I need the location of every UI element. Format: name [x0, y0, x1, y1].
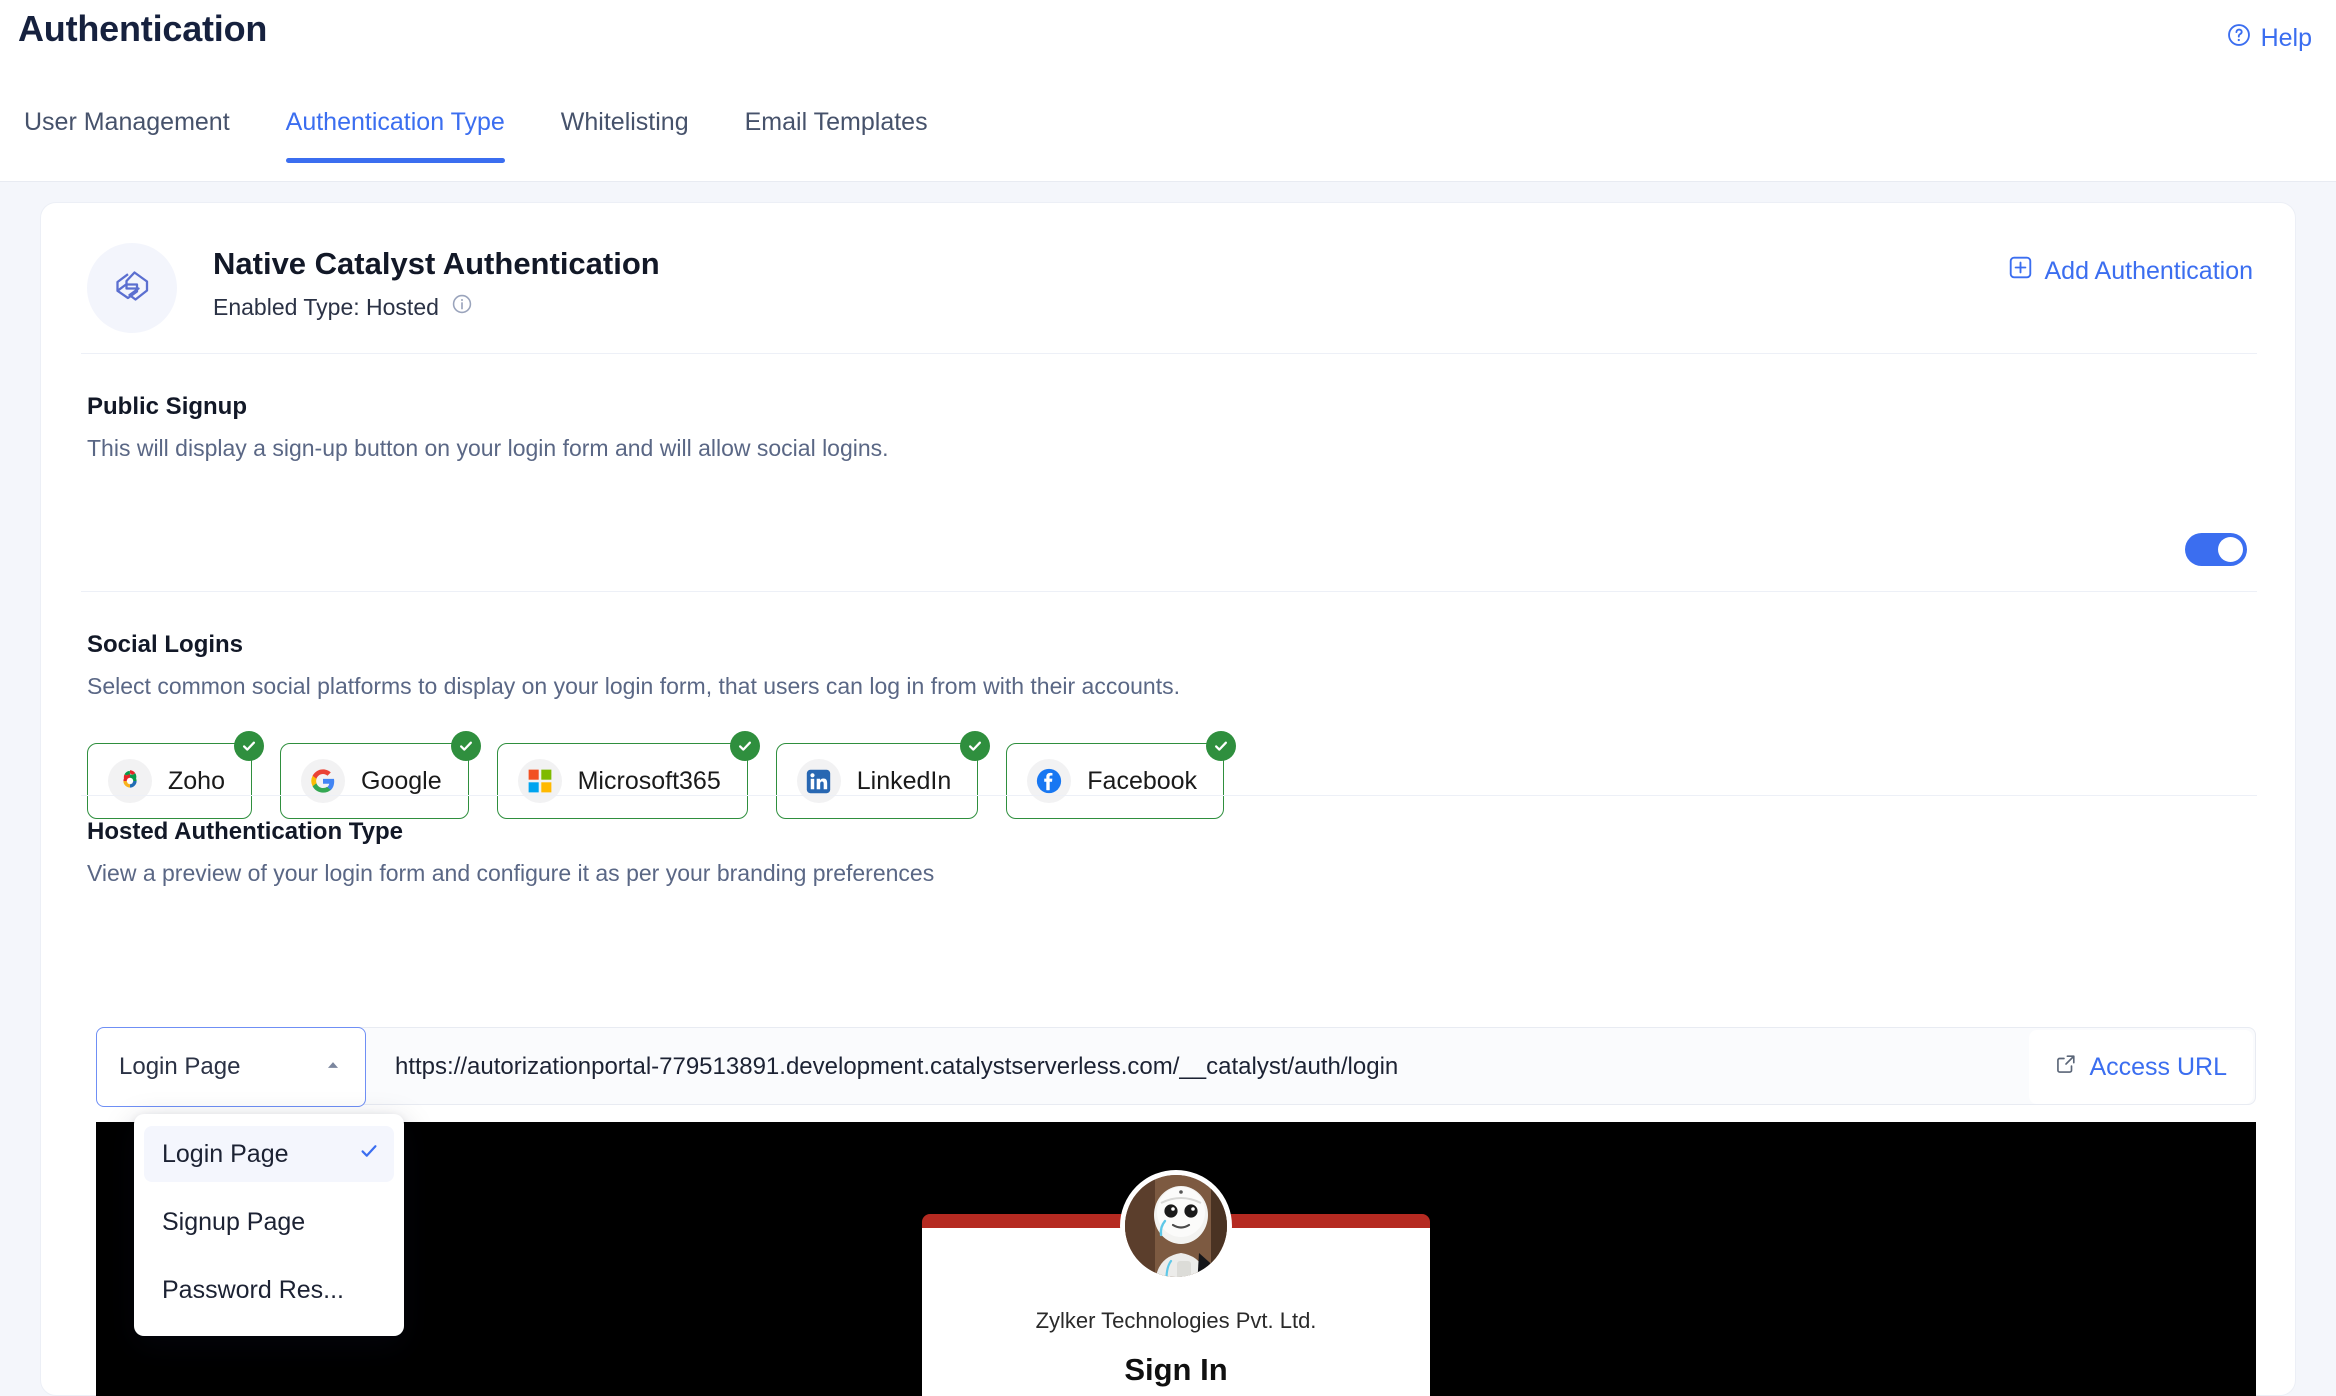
- social-label: Facebook: [1087, 766, 1198, 795]
- dropdown-option-label: Password Res...: [162, 1275, 345, 1304]
- preview-company-name: Zylker Technologies Pvt. Ltd.: [1035, 1308, 1317, 1333]
- check-icon: [960, 731, 991, 761]
- page-select[interactable]: Login Page: [96, 1027, 366, 1107]
- login-form-preview: Zylker Technologies Pvt. Ltd. Sign In: [96, 1122, 2256, 1396]
- external-link-icon: [2055, 1053, 2077, 1082]
- check-icon: [729, 731, 760, 761]
- linkedin-icon: [796, 759, 841, 803]
- help-label: Help: [2260, 24, 2312, 52]
- divider-hosted: [81, 795, 2257, 796]
- facebook-icon: [1027, 759, 1072, 803]
- help-button[interactable]: Help: [2226, 22, 2312, 55]
- public-signup-description: This will display a sign-up button on yo…: [87, 435, 889, 461]
- native-auth-header: Native Catalyst Authentication Enabled T…: [41, 203, 2295, 353]
- divider-top: [81, 353, 2257, 354]
- social-label: Google: [360, 766, 442, 795]
- preview-login-card: Zylker Technologies Pvt. Ltd. Sign In: [922, 1170, 1430, 1396]
- add-authentication-label: Add Authentication: [2044, 256, 2254, 285]
- authentication-page: Authentication Help User Management Auth…: [0, 0, 2336, 1396]
- question-circle-icon: [2226, 22, 2252, 55]
- plus-square-icon: [2008, 255, 2033, 287]
- social-label: Microsoft365: [577, 766, 721, 795]
- social-label: LinkedIn: [856, 766, 952, 795]
- social-logins-description: Select common social platforms to displa…: [87, 673, 1180, 699]
- divider-social: [81, 591, 2257, 592]
- add-authentication-button[interactable]: Add Authentication: [2008, 255, 2254, 287]
- preview-form-title: Sign In: [1124, 1352, 1228, 1387]
- tab-whitelisting[interactable]: Whitelisting: [533, 108, 717, 163]
- tab-label: Whitelisting: [560, 108, 689, 136]
- hosted-auth-description: View a preview of your login form and co…: [87, 860, 935, 886]
- check-icon: [358, 1140, 380, 1169]
- check-icon: [233, 731, 264, 761]
- microsoft-icon: [517, 759, 562, 803]
- public-signup-toggle[interactable]: [2185, 533, 2247, 566]
- preview-url-bar: Login Page https://autorizationportal-77…: [96, 1027, 2256, 1107]
- preview-url-text: https://autorizationportal-779513891.dev…: [395, 1053, 1399, 1080]
- social-card-microsoft365[interactable]: Microsoft365: [496, 731, 760, 819]
- public-signup-title: Public Signup: [87, 393, 247, 420]
- robot-avatar: [1120, 1170, 1232, 1282]
- dropdown-option-signup-page[interactable]: Signup Page: [144, 1194, 394, 1250]
- tab-user-management[interactable]: User Management: [18, 108, 258, 163]
- catalyst-logo-badge: [87, 243, 177, 333]
- chevron-up-icon: [323, 1055, 343, 1080]
- social-label: Zoho: [168, 766, 225, 795]
- catalyst-logo-icon: [108, 262, 156, 315]
- social-card-zoho[interactable]: Zoho: [87, 731, 264, 819]
- info-icon[interactable]: [451, 293, 473, 321]
- page-title: Authentication: [18, 8, 268, 49]
- auth-enabled-type-label: Enabled Type: Hosted: [213, 293, 439, 320]
- social-card-facebook[interactable]: Facebook: [1006, 731, 1237, 819]
- dropdown-option-password-reset[interactable]: Password Res...: [144, 1262, 394, 1318]
- tab-bar: User Management Authentication Type Whit…: [18, 108, 956, 163]
- dropdown-option-label: Login Page: [162, 1139, 289, 1168]
- tab-label: User Management: [24, 108, 230, 136]
- zoho-icon: [108, 759, 152, 803]
- page-header: Authentication Help User Management Auth…: [0, 0, 2336, 182]
- tab-email-templates[interactable]: Email Templates: [717, 108, 956, 163]
- access-url-label: Access URL: [2089, 1052, 2227, 1081]
- tab-label: Email Templates: [744, 108, 928, 136]
- social-card-linkedin[interactable]: LinkedIn: [775, 731, 991, 819]
- social-logins-title: Social Logins: [87, 631, 244, 658]
- access-url-button[interactable]: Access URL: [2029, 1030, 2253, 1104]
- tab-label: Authentication Type: [285, 108, 505, 136]
- check-icon: [1206, 731, 1237, 761]
- hosted-auth-title: Hosted Authentication Type: [87, 818, 404, 845]
- dropdown-option-login-page[interactable]: Login Page: [144, 1126, 394, 1182]
- auth-title: Native Catalyst Authentication: [213, 246, 660, 281]
- page-select-dropdown: Login Page Signup Page Password Res...: [134, 1114, 404, 1336]
- google-icon: [300, 759, 345, 803]
- check-icon: [450, 731, 481, 761]
- social-logins-list: Zoho Google Microsoft365 LinkedIn Facebo…: [87, 731, 1237, 819]
- auth-enabled-type: Enabled Type: Hosted: [213, 293, 473, 321]
- social-card-google[interactable]: Google: [279, 731, 481, 819]
- tab-authentication-type[interactable]: Authentication Type: [258, 108, 533, 163]
- dropdown-option-label: Signup Page: [162, 1207, 306, 1236]
- page-select-value: Login Page: [119, 1053, 241, 1080]
